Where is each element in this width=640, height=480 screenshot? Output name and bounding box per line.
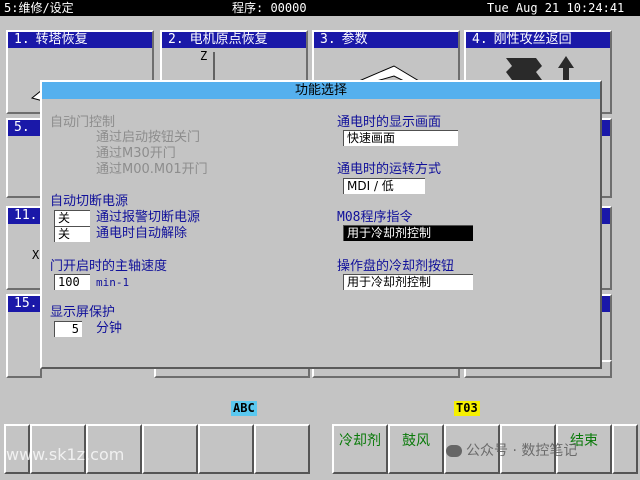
tile-label: 参数: [341, 32, 368, 47]
power-on-mode-field[interactable]: MDI / 低: [343, 178, 425, 194]
tool-number-indicator: T03: [454, 401, 480, 416]
alarm-power-off-label: 通过报警切断电源: [96, 210, 201, 225]
power-on-auto-release-label: 通电时自动解除: [96, 226, 188, 241]
tile-11[interactable]: 11. X: [6, 206, 42, 290]
softkey-4[interactable]: [142, 424, 198, 474]
function-select-dialog: 功能选择 自动门控制 通过启动按钮关门 通过M30开门 通过M00.M01开门 …: [40, 80, 602, 369]
power-on-auto-release-field[interactable]: 关: [54, 226, 90, 242]
door-spindle-speed-unit: min-1: [96, 276, 130, 289]
coolant-button-heading: 操作盘的冷却剂按钮: [337, 259, 455, 274]
tile-label: 刚性攻丝返回: [493, 32, 572, 47]
status-bar: 5:维修/设定 程序: 00000 Tue Aug 21 10:24:41: [0, 0, 640, 16]
coolant-button-field[interactable]: 用于冷却剂控制: [343, 274, 473, 290]
power-on-screen-field[interactable]: 快速画面: [343, 130, 458, 146]
air-blow-softkey[interactable]: 鼓风: [388, 424, 444, 474]
softkey-5[interactable]: [198, 424, 254, 474]
screen-saver-heading: 显示屏保护: [50, 305, 116, 320]
alarm-power-off-field[interactable]: 关: [54, 210, 90, 226]
auto-door-option-start-close: 通过启动按钮关门: [96, 130, 201, 145]
wechat-icon: [446, 445, 462, 457]
auto-door-option-m30: 通过M30开门: [96, 146, 176, 161]
auto-power-off-heading: 自动切断电源: [50, 194, 129, 209]
program-number: 程序: 00000: [232, 1, 307, 15]
abc-indicator: ABC: [231, 401, 257, 416]
power-on-screen-heading: 通电时的显示画面: [337, 115, 442, 130]
m08-command-field[interactable]: 用于冷却剂控制: [343, 225, 473, 241]
tile-15[interactable]: 15.: [6, 294, 42, 378]
door-spindle-speed-heading: 门开启时的主轴速度: [50, 259, 168, 274]
date-time: Tue Aug 21 10:24:41: [487, 1, 625, 15]
axis-fragment: X: [32, 248, 40, 262]
auto-door-heading: 自动门控制: [50, 115, 116, 130]
softkey-6[interactable]: [254, 424, 310, 474]
m08-command-heading: M08程序指令: [337, 210, 413, 225]
coolant-softkey[interactable]: 冷却剂: [332, 424, 388, 474]
power-on-mode-heading: 通电时的运转方式: [337, 162, 442, 177]
tile-label: 电机原点恢复: [189, 32, 268, 47]
tile-5[interactable]: 5.: [6, 118, 42, 198]
door-spindle-speed-field[interactable]: 100: [54, 274, 90, 290]
screen-saver-minutes-field[interactable]: 5: [54, 321, 82, 337]
screen-saver-unit: 分钟: [96, 321, 123, 336]
auto-door-option-m00-m01: 通过M00.M01开门: [96, 162, 208, 177]
dialog-title: 功能选择: [42, 82, 600, 99]
tile-label: 转塔恢复: [35, 32, 88, 47]
mode-indicator: 5:维修/设定: [4, 1, 74, 15]
watermark-wechat: 公众号 · 数控笔记: [446, 444, 577, 459]
watermark-url: www.sk1z.com: [6, 445, 125, 464]
softkey-12[interactable]: [612, 424, 638, 474]
